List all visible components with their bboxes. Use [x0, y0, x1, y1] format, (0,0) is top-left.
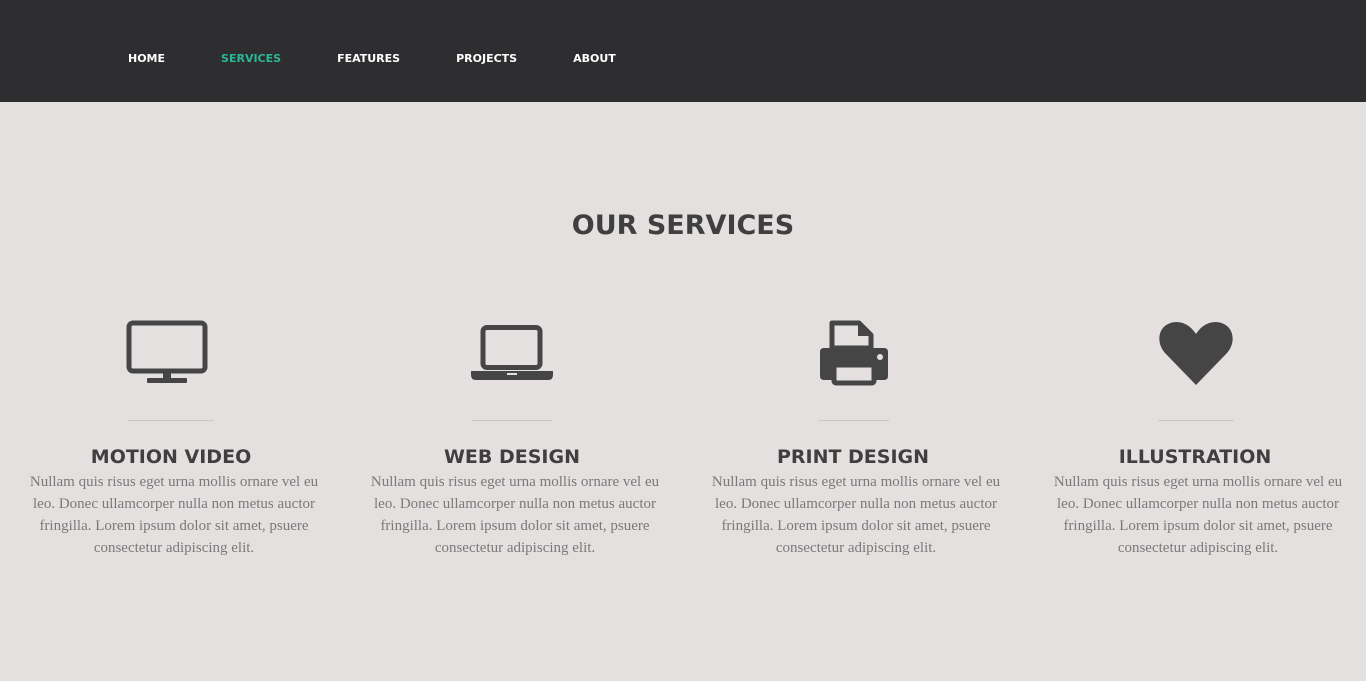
section-title: OUR SERVICES: [571, 210, 795, 241]
service-divider: [128, 420, 214, 421]
monitor-icon: [126, 320, 210, 386]
service-description: Nullam quis risus eget urna mollis ornar…: [1053, 474, 1343, 556]
service-divider: [1158, 420, 1234, 421]
service-description: Nullam quis risus eget urna mollis ornar…: [29, 474, 319, 556]
main-nav: HOME SERVICES FEATURES PROJECTS ABOUT: [128, 52, 672, 66]
service-divider: [819, 420, 889, 421]
service-title: PRINT DESIGN: [776, 446, 930, 468]
service-divider: [472, 420, 552, 421]
nav-home[interactable]: HOME: [128, 52, 165, 66]
service-title: WEB DESIGN: [443, 446, 581, 468]
nav-projects[interactable]: PROJECTS: [456, 52, 517, 66]
nav-about[interactable]: ABOUT: [573, 52, 616, 66]
service-description: Nullam quis risus eget urna mollis ornar…: [711, 474, 1001, 556]
top-navbar: HOME SERVICES FEATURES PROJECTS ABOUT: [0, 0, 1366, 102]
services-grid: MOTION VIDEO Nullam quis risus eget urna…: [0, 315, 1366, 575]
nav-services[interactable]: SERVICES: [221, 52, 281, 66]
printer-icon: [818, 320, 890, 386]
nav-features[interactable]: FEATURES: [337, 52, 400, 66]
laptop-icon: [471, 325, 553, 381]
heart-icon: [1157, 320, 1235, 386]
service-title: ILLUSTRATION: [1118, 446, 1272, 468]
service-description: Nullam quis risus eget urna mollis ornar…: [370, 474, 660, 556]
service-title: MOTION VIDEO: [90, 446, 252, 468]
